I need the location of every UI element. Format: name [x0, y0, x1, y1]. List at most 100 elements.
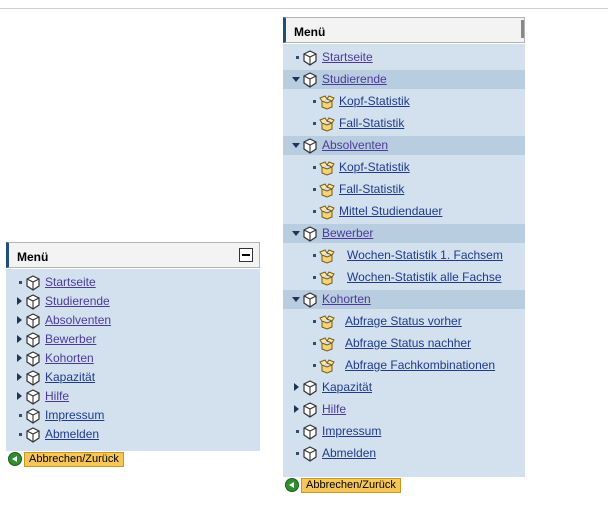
menu-item-abmelden[interactable]: Abmelden: [6, 425, 260, 444]
menu-item-label[interactable]: Abmelden: [45, 427, 99, 441]
bullet-icon: [313, 276, 316, 279]
menu-item-label[interactable]: Impressum: [322, 424, 381, 438]
package-icon: [303, 380, 317, 396]
open-package-icon: [319, 183, 335, 198]
bullet-icon: [313, 364, 316, 367]
expand-arrow-icon[interactable]: [294, 405, 299, 413]
bullet-icon: [296, 430, 299, 433]
menu-section-studierende[interactable]: Studierende: [283, 70, 525, 89]
bullet-icon: [313, 122, 316, 125]
collapse-arrow-icon[interactable]: [292, 297, 300, 302]
collapse-arrow-icon[interactable]: [292, 231, 300, 236]
expand-arrow-icon[interactable]: [17, 354, 22, 362]
package-icon: [26, 332, 40, 348]
expand-arrow-icon[interactable]: [17, 373, 22, 381]
menu-item-label[interactable]: Kopf-Statistik: [339, 94, 410, 108]
menu-item-startseite[interactable]: Startseite: [6, 273, 260, 292]
menu-item-label[interactable]: Abfrage Status vorher: [345, 314, 462, 328]
submenu-item-abfrage-fachkombinationen[interactable]: Abfrage Fachkombinationen: [283, 356, 525, 375]
menu-item-studierende[interactable]: Studierende: [6, 292, 260, 311]
page-top-divider: [0, 8, 608, 9]
menu-item-label[interactable]: Absolventen: [322, 138, 388, 152]
menu-item-label[interactable]: Kopf-Statistik: [339, 160, 410, 174]
menu-item-impressum[interactable]: Impressum: [283, 422, 525, 441]
bullet-icon: [313, 320, 316, 323]
menu-item-label[interactable]: Hilfe: [45, 389, 69, 403]
menu-item-label[interactable]: Hilfe: [322, 402, 346, 416]
left-menu-body: Startseite Studierende Absolventen Bewer…: [6, 269, 260, 465]
menu-item-label[interactable]: Absolventen: [45, 313, 111, 327]
submenu-item-fall-statistik[interactable]: Fall-Statistik: [283, 114, 525, 133]
header-edge: [521, 20, 524, 38]
menu-item-label[interactable]: Kohorten: [322, 292, 371, 306]
left-menu-footer: Abbrechen/Zurück: [6, 451, 260, 469]
menu-item-hilfe[interactable]: Hilfe: [6, 387, 260, 406]
menu-item-label[interactable]: Impressum: [45, 408, 104, 422]
package-icon: [26, 370, 40, 386]
expand-arrow-icon[interactable]: [17, 316, 22, 324]
menu-section-bewerber[interactable]: Bewerber: [283, 224, 525, 243]
menu-item-kapazitaet[interactable]: Kapazität: [6, 368, 260, 387]
collapse-arrow-icon[interactable]: [292, 143, 300, 148]
expand-arrow-icon[interactable]: [294, 383, 299, 391]
package-icon: [26, 351, 40, 367]
menu-item-kapazitaet[interactable]: Kapazität: [283, 378, 525, 397]
menu-item-label[interactable]: Abmelden: [322, 446, 376, 460]
menu-section-kohorten[interactable]: Kohorten: [283, 290, 525, 309]
bullet-icon: [313, 166, 316, 169]
expand-arrow-icon[interactable]: [17, 392, 22, 400]
menu-item-label[interactable]: Wochen-Statistik 1. Fachsem: [347, 248, 503, 262]
package-icon: [303, 50, 317, 66]
menu-item-absolventen[interactable]: Absolventen: [6, 311, 260, 330]
cancel-back-button[interactable]: Abbrechen/Zurück: [24, 452, 124, 467]
menu-section-absolventen[interactable]: Absolventen: [283, 136, 525, 155]
package-icon: [26, 275, 40, 291]
right-menu-title: Menü: [294, 25, 326, 39]
open-package-icon: [319, 359, 335, 374]
menu-item-label[interactable]: Wochen-Statistik alle Fachse: [347, 270, 502, 284]
submenu-item-wochen-statistik-alle[interactable]: Wochen-Statistik alle Fachse: [283, 268, 525, 287]
menu-item-label[interactable]: Studierende: [322, 72, 387, 86]
bullet-icon: [313, 254, 316, 257]
back-arrow-icon[interactable]: [285, 478, 299, 492]
menu-item-label[interactable]: Fall-Statistik: [339, 182, 404, 196]
left-menu-title: Menü: [17, 250, 49, 264]
submenu-item-abfrage-status-vorher[interactable]: Abfrage Status vorher: [283, 312, 525, 331]
submenu-item-kopf-statistik[interactable]: Kopf-Statistik: [283, 92, 525, 111]
package-icon: [303, 226, 317, 242]
collapse-icon[interactable]: [239, 248, 253, 262]
open-package-icon: [319, 161, 335, 176]
menu-item-hilfe[interactable]: Hilfe: [283, 400, 525, 419]
menu-item-label[interactable]: Fall-Statistik: [339, 116, 404, 130]
menu-item-label[interactable]: Abfrage Fachkombinationen: [345, 358, 495, 372]
menu-item-bewerber[interactable]: Bewerber: [6, 330, 260, 349]
expand-arrow-icon[interactable]: [17, 335, 22, 343]
bullet-icon: [313, 342, 316, 345]
menu-item-label[interactable]: Kapazität: [322, 380, 372, 394]
submenu-item-kopf-statistik[interactable]: Kopf-Statistik: [283, 158, 525, 177]
bullet-icon: [296, 56, 299, 59]
menu-item-label[interactable]: Abfrage Status nachher: [345, 336, 471, 350]
menu-item-label[interactable]: Bewerber: [45, 332, 96, 346]
package-icon: [26, 294, 40, 310]
menu-item-label[interactable]: Mittel Studiendauer: [339, 204, 442, 218]
collapse-arrow-icon[interactable]: [292, 77, 300, 82]
menu-item-label[interactable]: Kapazität: [45, 370, 95, 384]
menu-item-label[interactable]: Bewerber: [322, 226, 373, 240]
bullet-icon: [313, 100, 316, 103]
cancel-back-button[interactable]: Abbrechen/Zurück: [301, 478, 401, 493]
menu-item-impressum[interactable]: Impressum: [6, 406, 260, 425]
menu-item-label[interactable]: Kohorten: [45, 351, 94, 365]
menu-item-abmelden[interactable]: Abmelden: [283, 444, 525, 463]
menu-item-label[interactable]: Startseite: [45, 275, 96, 289]
submenu-item-wochen-statistik-1[interactable]: Wochen-Statistik 1. Fachsem: [283, 246, 525, 265]
menu-item-label[interactable]: Studierende: [45, 294, 110, 308]
submenu-item-fall-statistik[interactable]: Fall-Statistik: [283, 180, 525, 199]
menu-item-startseite[interactable]: Startseite: [283, 48, 525, 67]
submenu-item-abfrage-status-nachher[interactable]: Abfrage Status nachher: [283, 334, 525, 353]
menu-item-label[interactable]: Startseite: [322, 50, 373, 64]
menu-item-kohorten[interactable]: Kohorten: [6, 349, 260, 368]
submenu-item-mittel-studiendauer[interactable]: Mittel Studiendauer: [283, 202, 525, 221]
back-arrow-icon[interactable]: [8, 452, 22, 466]
expand-arrow-icon[interactable]: [17, 297, 22, 305]
